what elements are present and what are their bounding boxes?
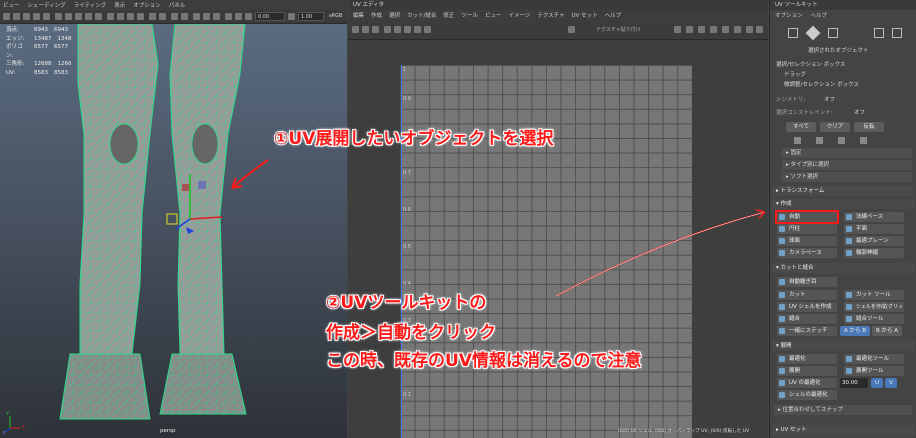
annotation-step1: ①UV展開したいオブジェクトを選択 <box>274 129 554 149</box>
annotation-arrows <box>231 159 766 297</box>
annotation-step2-line2: 作成＞自動をクリック <box>326 323 496 343</box>
annotation-step2-line1: ②UVツールキットの <box>326 293 487 313</box>
annotation-step2-line3: この時、既存のUV情報は消えるので注意 <box>326 351 642 371</box>
